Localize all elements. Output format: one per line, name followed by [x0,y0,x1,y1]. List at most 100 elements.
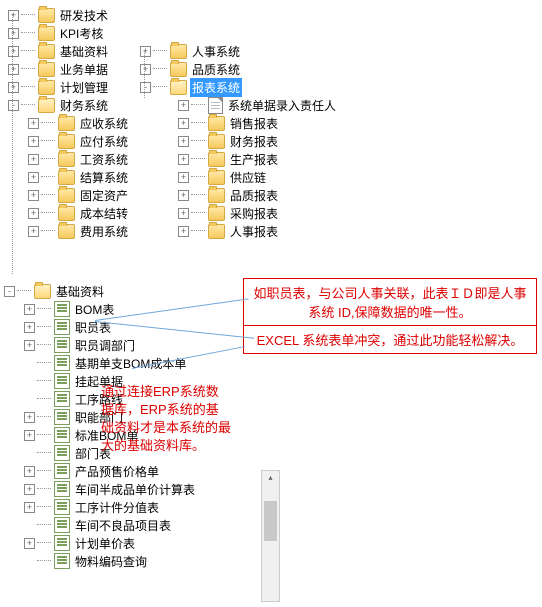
node-label: 采购报表 [228,204,280,223]
toggle-icon[interactable]: + [8,10,19,21]
node-label: 人事系统 [190,42,242,61]
toggle-icon[interactable]: + [178,208,189,219]
folder-icon [208,188,225,203]
scroll-thumb[interactable] [264,501,277,541]
tree-node[interactable]: +工序计件分值表 [24,498,197,516]
folder-icon [38,8,55,23]
tree-node[interactable]: + 品质系统 [140,60,338,78]
toggle-icon[interactable]: + [28,118,39,129]
toggle-icon[interactable]: + [178,190,189,201]
toggle-icon[interactable]: + [28,190,39,201]
toggle-icon[interactable]: + [28,208,39,219]
tree-node[interactable]: +供应链 [178,168,338,186]
toggle-icon[interactable]: + [28,226,39,237]
tree-node[interactable]: +业务单据 [8,60,130,78]
toggle-icon[interactable]: + [8,46,19,57]
toggle-icon[interactable]: + [24,430,35,441]
toggle-icon[interactable]: + [178,118,189,129]
toggle-icon[interactable]: + [24,322,35,333]
tree-node[interactable]: + 结算系统 [28,168,130,186]
toggle-icon[interactable]: - [140,82,151,93]
tree-node[interactable]: + 计划管理 [8,78,130,96]
toggle-icon[interactable]: + [140,64,151,75]
tree-node[interactable]: +应付系统 [28,132,130,150]
folder-icon [58,224,75,239]
toggle-icon[interactable]: + [28,136,39,147]
node-label: 研发技术 [58,6,110,25]
folder-icon [58,152,75,167]
node-label: 结算系统 [78,168,130,187]
sheet-icon [54,499,70,515]
tree-node[interactable]: +应收系统 [28,114,130,132]
tree-column-1: +研发技术+KPI考核+基础资料+业务单据+计划管理-财务系统 +应收系统+应付… [8,6,130,240]
tree-node[interactable]: +系统单据录入责任人 [178,96,338,114]
folder-icon [38,98,55,113]
tree-node[interactable]: + 人事系统 [140,42,338,60]
sheet-icon [54,463,70,479]
toggle-icon[interactable]: + [178,136,189,147]
toggle-icon[interactable]: + [24,304,35,315]
toggle-minus-icon[interactable]: - [4,286,15,297]
folder-icon [38,44,55,59]
node-label: 品质系统 [190,60,242,79]
tree-node[interactable]: +固定资产 [28,186,130,204]
node-label: 人事报表 [228,222,280,241]
tree-node[interactable]: +财务报表 [178,132,338,150]
tree-node[interactable]: +基础资料 [8,42,130,60]
folder-icon [170,44,187,59]
tree-node[interactable]: +KPI考核 [8,24,130,42]
node-label: 产品预售价格单 [73,462,161,481]
node-label: 品质报表 [228,186,280,205]
callout-2: EXCEL 系统表单冲突，通过此功能轻松解决。 [243,325,537,354]
tree-node[interactable]: -财务系统 [8,96,130,114]
toggle-icon[interactable]: + [178,100,189,111]
node-label: 基期单支BOM成本单 [73,354,188,373]
toggle-icon[interactable]: + [8,28,19,39]
folder-icon [38,26,55,41]
toggle-icon[interactable]: + [8,64,19,75]
scroll-up-icon[interactable]: ▴ [262,471,279,485]
tree-node[interactable]: + 研发技术 [8,6,130,24]
tree-node[interactable]: +车间半成品单价计算表 [24,480,197,498]
tree-node-root[interactable]: - 基础资料 [4,282,197,300]
sheet-icon [54,319,70,335]
tree-node[interactable]: 基期单支BOM成本单 [24,354,197,372]
toggle-icon[interactable]: + [178,154,189,165]
toggle-icon[interactable]: + [24,502,35,513]
toggle-icon[interactable]: + [28,154,39,165]
scrollbar-vertical[interactable]: ▴ [261,470,280,602]
toggle-icon[interactable]: + [28,172,39,183]
folder-icon [208,170,225,185]
toggle-icon[interactable]: + [24,484,35,495]
toggle-icon[interactable]: + [24,340,35,351]
toggle-icon[interactable]: + [24,466,35,477]
tree-node[interactable]: + 采购报表 [178,204,338,222]
tree-node[interactable]: +销售报表 [178,114,338,132]
tree-node[interactable]: +生产报表 [178,150,338,168]
toggle-icon[interactable]: - [8,100,19,111]
tree-node[interactable]: +职员表 [24,318,197,336]
tree-node[interactable]: + 产品预售价格单 [24,462,197,480]
node-label: 工资系统 [78,150,130,169]
tree-node[interactable]: +职员调部门 [24,336,197,354]
toggle-icon[interactable]: + [140,46,151,57]
toggle-icon[interactable]: + [178,172,189,183]
callout-1: 如职员表，与公司人事关联，此表ＩＤ即是人事系统 ID,保障数据的唯一性。 [243,278,537,326]
tree-node[interactable]: 物料编码查询 [24,552,197,570]
toggle-icon[interactable]: + [24,538,35,549]
sheet-icon [54,301,70,317]
toggle-icon[interactable]: + [24,412,35,423]
tree-node[interactable]: + 品质报表 [178,186,338,204]
tree-node[interactable]: +费用系统 [28,222,130,240]
tree-node[interactable]: +成本结转 [28,204,130,222]
tree-node[interactable]: -报表系统 [140,78,338,96]
toggle-icon[interactable]: + [8,82,19,93]
tree-node[interactable]: 车间不良品项目表 [24,516,197,534]
tree-node[interactable]: +计划单价表 [24,534,197,552]
sheet-icon [54,391,70,407]
toggle-icon[interactable]: + [178,226,189,237]
tree-node[interactable]: + 人事报表 [178,222,338,240]
folder-icon [208,116,225,131]
tree-node[interactable]: + 工资系统 [28,150,130,168]
node-label: 计划管理 [58,78,110,97]
